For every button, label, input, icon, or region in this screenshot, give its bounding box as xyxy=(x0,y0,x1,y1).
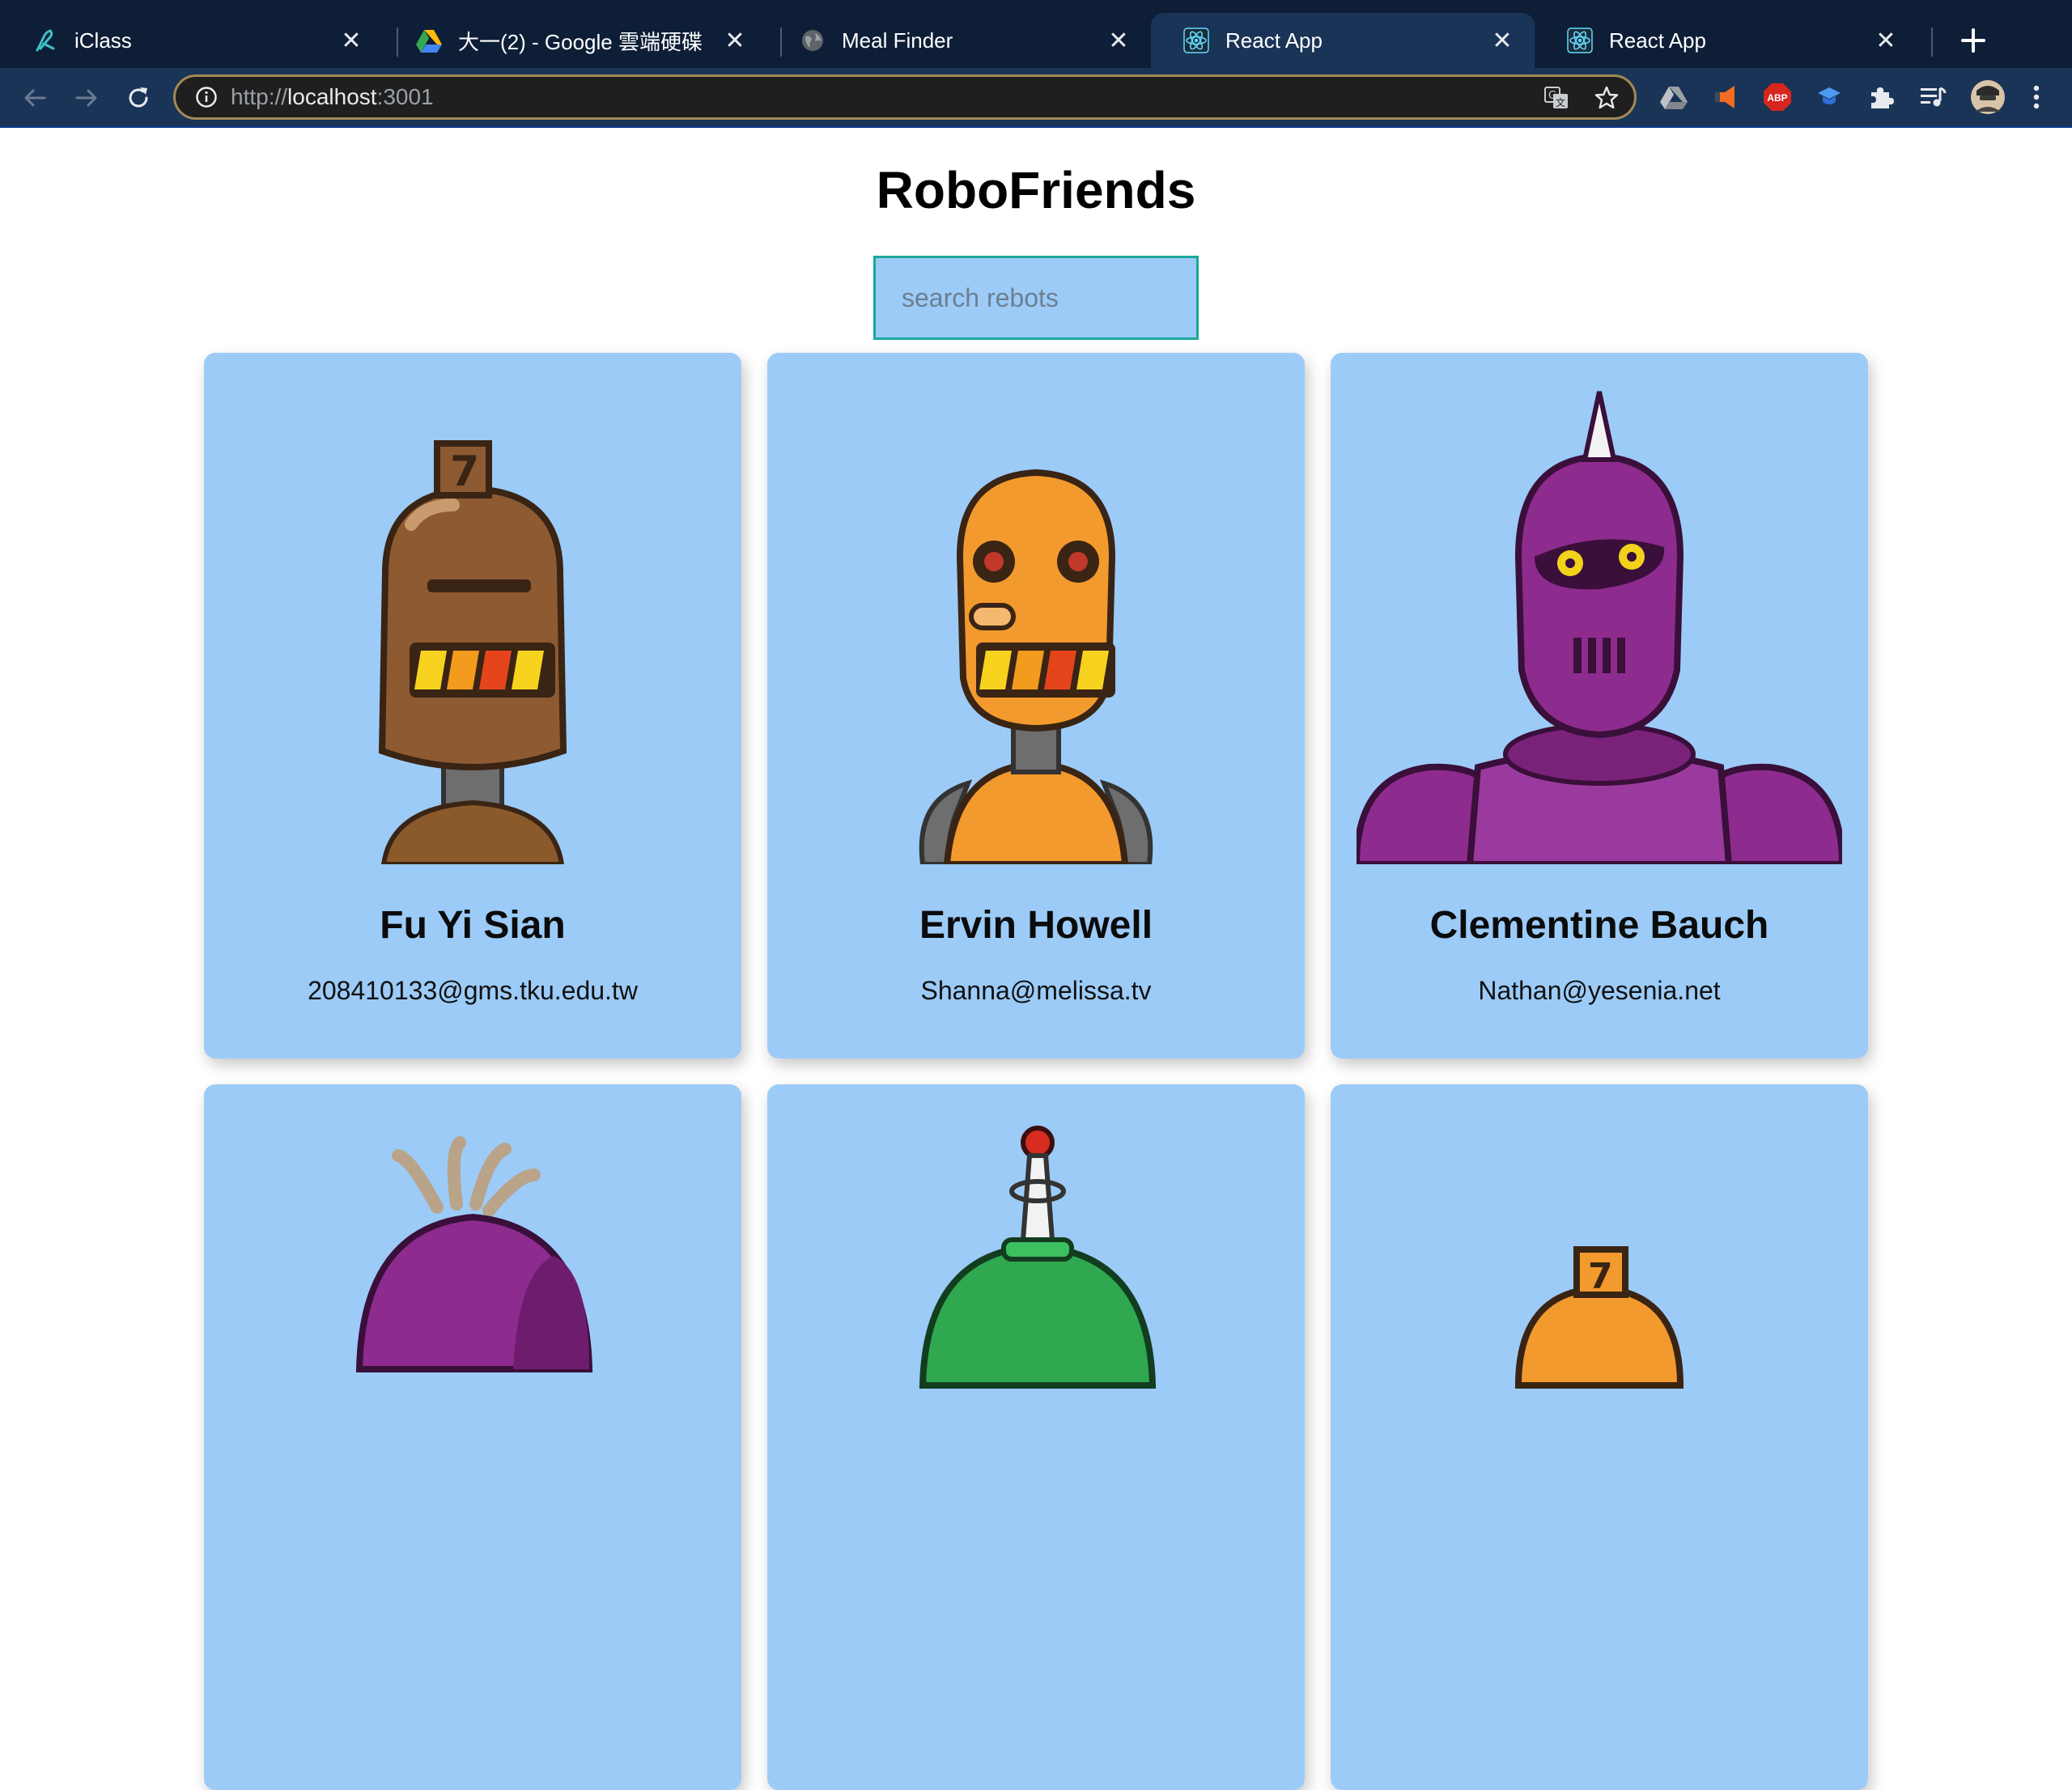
robot-card[interactable]: Ervin Howell Shanna@melissa.tv xyxy=(767,353,1305,1058)
new-tab-button[interactable] xyxy=(1951,18,1996,63)
tab-meal-finder[interactable]: Meal Finder ✕ xyxy=(767,13,1151,68)
robot-card[interactable]: 7 Fu Yi Sian 208410133@gms.tku.edu.tw xyxy=(204,353,741,1058)
robot-email: Shanna@melissa.tv xyxy=(920,976,1152,1005)
toolbar-divider xyxy=(0,126,2072,128)
brown-robot-icon: 7 xyxy=(378,440,567,864)
robot-email: 208410133@gms.tku.edu.tw xyxy=(308,976,638,1005)
browser-toolbar: http://localhost:3001 G文 ABP xyxy=(0,68,2072,128)
tab-title: 大一(2) - Google 雲端硬碟 xyxy=(458,29,703,54)
purple-robot-icon xyxy=(355,1136,593,1372)
robot-card[interactable]: Clementine Bauch Nathan@yesenia.net xyxy=(1331,353,1868,1058)
robot-email: Nathan@yesenia.net xyxy=(1478,976,1721,1005)
robot-name: Fu Yi Sian xyxy=(380,904,566,947)
react-icon xyxy=(1567,28,1593,53)
url-host: localhost xyxy=(287,84,377,109)
tab-google-drive[interactable]: 大一(2) - Google 雲端硬碟 ✕ xyxy=(384,13,767,68)
robot-name: Ervin Howell xyxy=(919,904,1153,947)
tab-iclass[interactable]: iClass ✕ xyxy=(0,13,384,68)
tab-title: React App xyxy=(1609,28,1706,53)
puzzle-icon[interactable] xyxy=(1866,83,1896,112)
close-icon[interactable]: ✕ xyxy=(1870,24,1902,57)
extension-orange-icon[interactable] xyxy=(1711,83,1740,112)
svg-text:文: 文 xyxy=(1556,96,1565,108)
url-scheme: http:// xyxy=(231,84,288,109)
tab-separator xyxy=(1931,28,1933,57)
close-icon[interactable]: ✕ xyxy=(335,24,367,57)
iclass-icon xyxy=(32,28,58,53)
adblock-label: ABP xyxy=(1767,92,1787,104)
close-icon[interactable]: ✕ xyxy=(719,24,751,57)
orange-robot-icon: 7 xyxy=(1514,1246,1684,1389)
google-drive-icon xyxy=(416,28,442,53)
address-bar[interactable]: http://localhost:3001 G文 xyxy=(173,74,1637,120)
google-drive-icon[interactable] xyxy=(1659,83,1688,112)
plus-icon xyxy=(1961,28,1985,53)
tab-title: React App xyxy=(1225,28,1323,53)
forward-button[interactable] xyxy=(68,79,105,117)
purple-robot-icon xyxy=(1357,391,1842,864)
svg-text:7: 7 xyxy=(450,448,479,496)
robot-card[interactable]: 7 xyxy=(1331,1084,1868,1790)
tab-react-app[interactable]: React App ✕ xyxy=(1535,13,1918,68)
tab-bar: iClass ✕ 大一(2) - Google 雲端硬碟 ✕ Meal Find… xyxy=(0,0,2072,68)
robot-card[interactable] xyxy=(204,1084,741,1790)
robot-card[interactable] xyxy=(767,1084,1305,1790)
close-icon[interactable]: ✕ xyxy=(1486,24,1518,57)
close-icon[interactable]: ✕ xyxy=(1102,24,1135,57)
back-button[interactable] xyxy=(16,79,53,117)
robot-name: Clementine Bauch xyxy=(1429,904,1769,947)
arrow-right-icon xyxy=(75,89,97,107)
tab-react-app-active[interactable]: React App ✕ xyxy=(1151,13,1535,68)
extension-blue-icon[interactable] xyxy=(1815,83,1844,112)
orange-robot-icon xyxy=(919,469,1153,864)
svg-text:7: 7 xyxy=(1588,1256,1613,1297)
page-title: RoboFriends xyxy=(876,161,1196,219)
info-icon[interactable] xyxy=(195,86,218,108)
bookmark-star-icon[interactable] xyxy=(1594,85,1620,111)
url-text[interactable]: http://localhost:3001 xyxy=(231,77,434,117)
arrow-left-icon xyxy=(24,89,46,107)
translate-icon[interactable]: G文 xyxy=(1543,85,1569,111)
tab-title: Meal Finder xyxy=(842,28,953,53)
globe-icon xyxy=(800,28,826,53)
react-icon xyxy=(1183,28,1209,53)
adblock-plus-icon[interactable]: ABP xyxy=(1763,83,1792,112)
reload-button[interactable] xyxy=(120,79,157,117)
search-input[interactable] xyxy=(873,256,1199,340)
media-control-icon[interactable] xyxy=(1918,83,1947,112)
tab-title: iClass xyxy=(74,28,132,53)
profile-avatar-icon[interactable] xyxy=(1970,79,2006,115)
url-port: :3001 xyxy=(376,84,434,109)
menu-dots-icon[interactable] xyxy=(2022,83,2051,112)
reload-icon xyxy=(129,87,148,108)
green-robot-icon xyxy=(919,1126,1157,1389)
